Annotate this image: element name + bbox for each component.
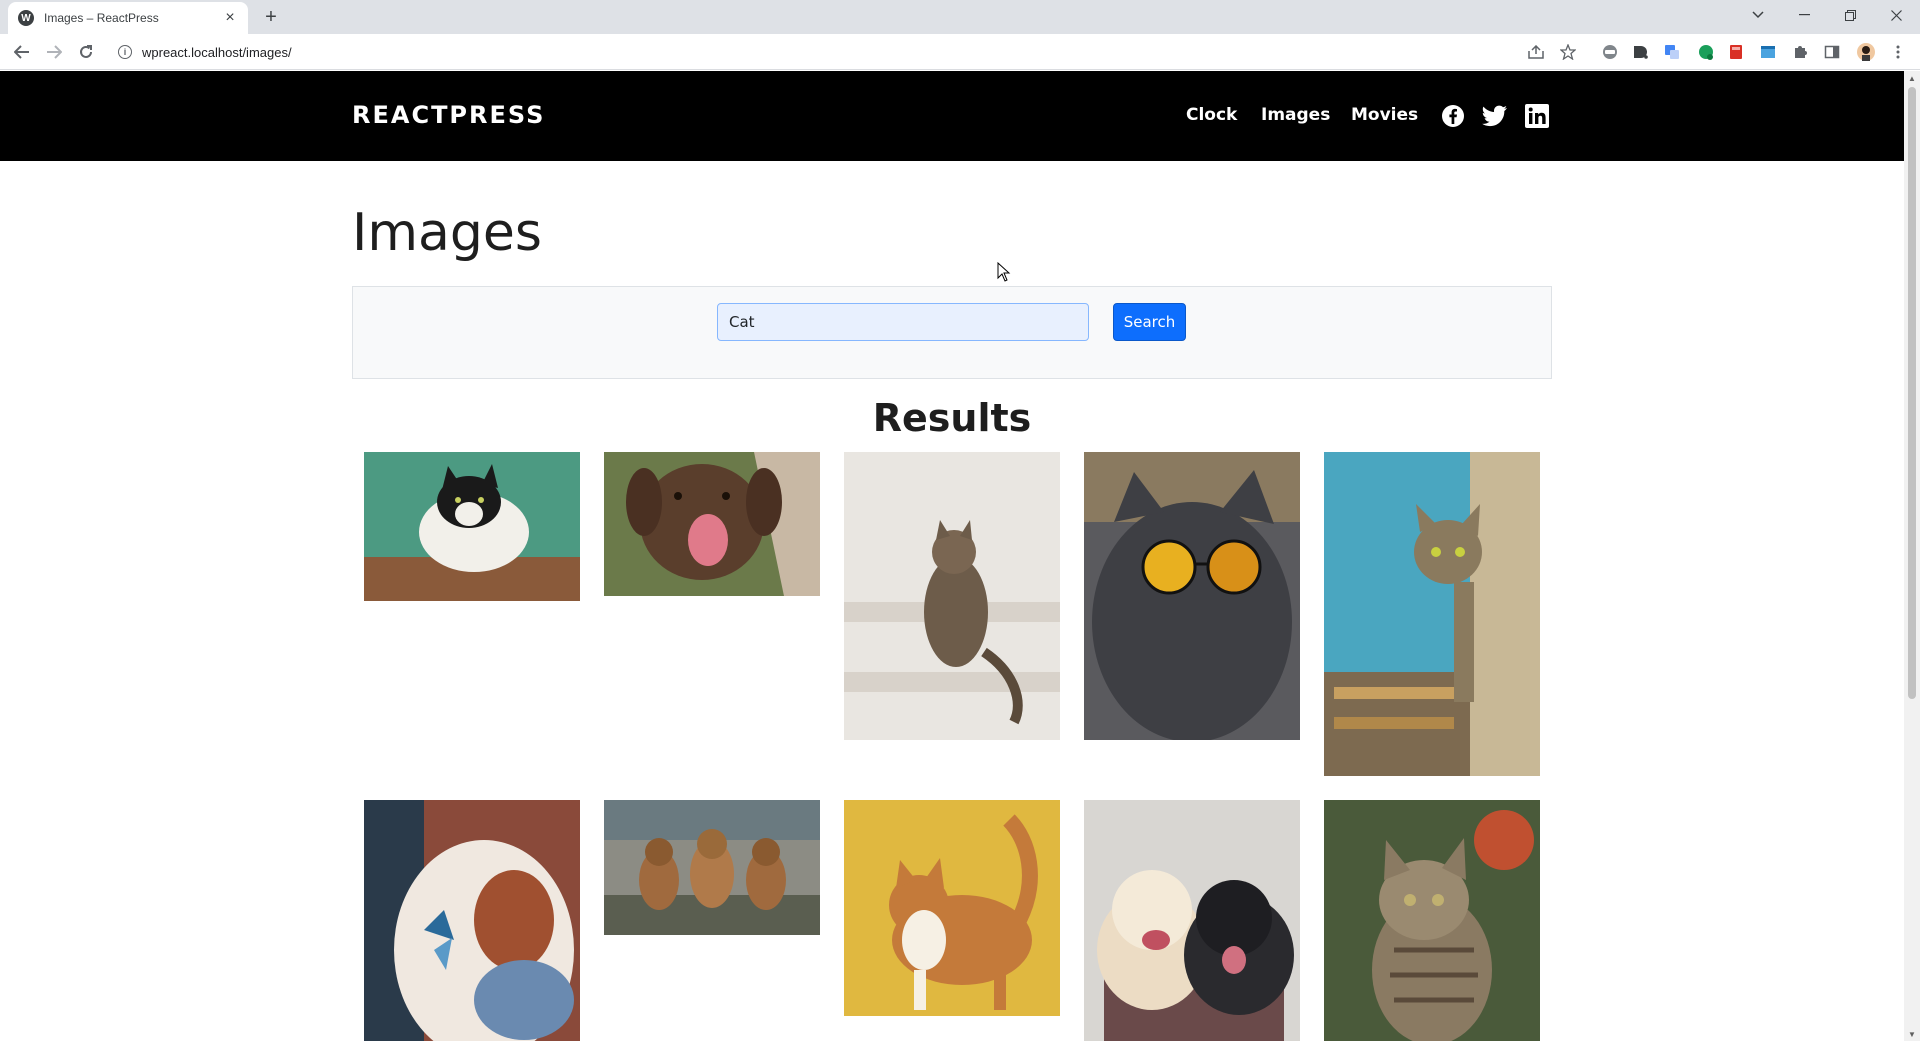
forward-icon[interactable]: [40, 38, 68, 66]
site-info-icon[interactable]: i: [118, 45, 132, 59]
page-title: Images: [352, 203, 542, 263]
extension-icon[interactable]: [1758, 42, 1778, 62]
linkedin-icon[interactable]: [1524, 103, 1550, 129]
tab-title: Images – ReactPress: [44, 11, 159, 25]
mouse-cursor-icon: [997, 261, 1011, 282]
wordpress-icon: W: [18, 10, 34, 26]
result-image-tabby-kitten[interactable]: [1324, 800, 1540, 1041]
search-form: Search: [352, 286, 1552, 379]
facebook-icon[interactable]: [1440, 103, 1466, 129]
site-header: REACTPRESS Clock Images Movies: [0, 71, 1904, 161]
translate-icon[interactable]: [1662, 42, 1682, 62]
profile-avatar[interactable]: [1856, 42, 1876, 62]
result-image-cat-on-box[interactable]: [364, 452, 580, 601]
minimize-icon[interactable]: [1782, 0, 1826, 30]
bookmark-star-icon[interactable]: [1558, 42, 1578, 62]
reload-icon[interactable]: [72, 38, 100, 66]
nav-link-images[interactable]: Images: [1261, 105, 1330, 125]
share-icon[interactable]: [1526, 42, 1546, 62]
result-image-ginger-cat[interactable]: [844, 800, 1060, 1016]
extension-icon[interactable]: [1600, 42, 1620, 62]
search-input[interactable]: [717, 303, 1089, 341]
result-image-two-dogs[interactable]: [1084, 800, 1300, 1041]
extension-icon[interactable]: [1696, 42, 1716, 62]
results-title: Results: [872, 396, 1032, 440]
browser-tab[interactable]: W Images – ReactPress ×: [8, 2, 248, 34]
browser-window: W Images – ReactPress × + i wpreact.loca…: [0, 0, 1920, 1041]
result-image-cat-sunglasses[interactable]: [1084, 452, 1300, 740]
web-page: REACTPRESS Clock Images Movies Images Se…: [0, 71, 1904, 1041]
scroll-down-icon[interactable]: ▼: [1904, 1027, 1920, 1041]
search-button[interactable]: Search: [1113, 303, 1186, 341]
twitter-icon[interactable]: [1482, 103, 1508, 129]
result-image-cat-on-stairs[interactable]: [844, 452, 1060, 740]
side-panel-icon[interactable]: [1822, 42, 1842, 62]
tab-search-icon[interactable]: [1736, 0, 1780, 30]
address-bar[interactable]: i wpreact.localhost/images/: [108, 38, 1538, 66]
browser-menu-icon[interactable]: [1888, 42, 1908, 62]
result-image-three-puppies[interactable]: [604, 800, 820, 935]
close-tab-icon[interactable]: ×: [222, 9, 238, 27]
scrollbar-thumb[interactable]: [1908, 87, 1916, 699]
new-tab-button[interactable]: +: [258, 4, 284, 30]
result-image-dog-licking[interactable]: [604, 452, 820, 596]
result-image-cat-butterfly[interactable]: [364, 800, 580, 1041]
page-scrollbar[interactable]: ▲ ▼: [1904, 71, 1920, 1041]
extension-icon[interactable]: [1630, 42, 1650, 62]
back-icon[interactable]: [8, 38, 36, 66]
scroll-up-icon[interactable]: ▲: [1904, 71, 1920, 85]
nav-link-movies[interactable]: Movies: [1351, 105, 1418, 125]
tab-strip: W Images – ReactPress × +: [0, 0, 1920, 34]
extension-icon[interactable]: [1726, 42, 1746, 62]
nav-link-clock[interactable]: Clock: [1186, 105, 1237, 125]
restore-icon[interactable]: [1828, 0, 1872, 30]
result-image-cat-peeking[interactable]: [1324, 452, 1540, 776]
site-brand[interactable]: REACTPRESS: [352, 101, 545, 129]
url-text[interactable]: wpreact.localhost/images/: [142, 45, 292, 60]
close-window-icon[interactable]: [1874, 0, 1918, 30]
browser-toolbar: i wpreact.localhost/images/: [0, 34, 1920, 70]
extensions-puzzle-icon[interactable]: [1790, 42, 1810, 62]
